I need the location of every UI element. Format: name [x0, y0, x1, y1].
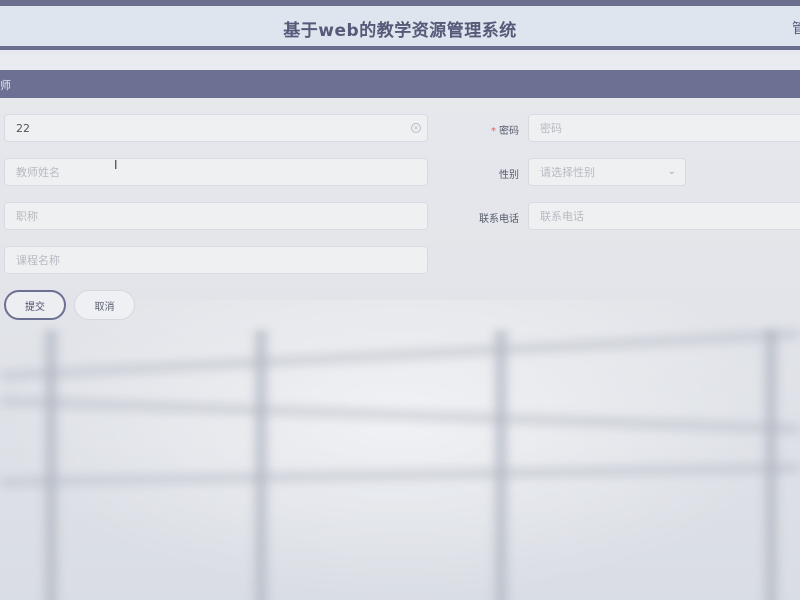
gender-label: 性别 — [499, 170, 519, 181]
password-input[interactable] — [529, 115, 800, 141]
teacher-name-input[interactable] — [5, 159, 427, 185]
required-asterisk: * — [491, 126, 496, 137]
user-menu[interactable]: 管 — [792, 18, 800, 38]
password-field[interactable] — [528, 114, 800, 142]
title-field[interactable] — [4, 202, 428, 230]
phone-field[interactable] — [528, 202, 800, 230]
course-name-field[interactable] — [4, 246, 428, 274]
password-label: * 密码 — [491, 126, 519, 137]
title-input[interactable] — [5, 203, 427, 229]
submit-button[interactable]: 提交 — [4, 290, 66, 320]
chevron-down-icon[interactable]: ⌄ — [668, 166, 676, 177]
app-title: 基于web的教学资源管理系统 — [283, 21, 517, 41]
phone-label: 联系电话 — [479, 214, 519, 225]
account-input[interactable] — [5, 115, 427, 141]
circle-close-icon[interactable]: × — [411, 123, 421, 133]
text-cursor-icon: I — [114, 158, 118, 172]
course-name-input[interactable] — [5, 247, 427, 273]
gender-select[interactable]: ⌄ — [528, 158, 686, 186]
cancel-button[interactable]: 取消 — [74, 290, 135, 320]
sub-header-bar — [0, 54, 800, 70]
teacher-name-field[interactable] — [4, 158, 428, 186]
phone-input[interactable] — [529, 203, 800, 229]
account-field[interactable]: × — [4, 114, 428, 142]
gender-select-input[interactable] — [529, 159, 685, 185]
section-title: 师 — [0, 79, 11, 92]
section-header: 师 — [0, 70, 800, 98]
app-header: 基于web的教学资源管理系统 管 — [0, 6, 800, 50]
